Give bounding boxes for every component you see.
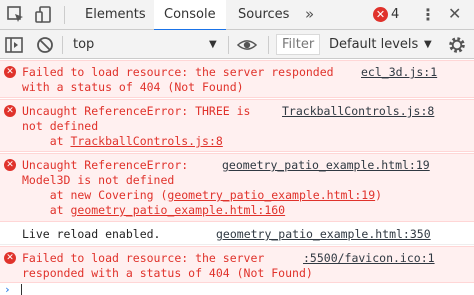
toolbar-divider bbox=[62, 36, 63, 54]
more-options-icon[interactable]: ⋮ bbox=[420, 0, 436, 29]
console-error-message: ✕ Uncaught ReferenceError: Model3D is no… bbox=[0, 153, 474, 222]
message-text: not defined bbox=[22, 119, 99, 133]
stack-link[interactable]: geometry_patio_example.html:19 bbox=[167, 188, 375, 202]
stack-link[interactable]: TrackballControls.js:8 bbox=[70, 134, 222, 148]
chevron-down-icon[interactable]: ▼ bbox=[424, 30, 432, 59]
message-text: Live reload enabled. bbox=[22, 227, 161, 241]
context-selector[interactable]: top bbox=[73, 30, 94, 59]
source-link[interactable]: geometry_patio_example.html:350 bbox=[216, 227, 431, 242]
error-icon: ✕ bbox=[4, 159, 16, 171]
error-icon: ✕ bbox=[4, 252, 16, 264]
message-text: Uncaught ReferenceError: bbox=[22, 158, 189, 172]
message-text: Uncaught ReferenceError: THREE is bbox=[22, 104, 251, 118]
more-tabs-button[interactable]: » bbox=[305, 0, 314, 30]
console-log-message: Live reload enabled. geometry_patio_exam… bbox=[0, 223, 474, 245]
filter-input[interactable]: Filter bbox=[276, 34, 320, 55]
stack-link[interactable]: geometry_patio_example.html:160 bbox=[70, 203, 285, 217]
console-prompt-icon: › bbox=[4, 283, 11, 295]
message-text: responded with a status of 404 (Not Foun… bbox=[22, 266, 313, 280]
toolbar-divider bbox=[64, 6, 65, 24]
stack-suffix: ) bbox=[375, 188, 383, 202]
close-icon[interactable]: ✕ bbox=[448, 0, 461, 28]
devtools-tabbar: Elements Console Sources » ✕ 4 ⋮ ✕ bbox=[0, 0, 474, 31]
source-link[interactable]: geometry_patio_example.html:19 bbox=[222, 158, 430, 173]
stack-prefix: at new Covering ( bbox=[22, 188, 168, 202]
toolbar-divider bbox=[228, 36, 229, 54]
console-toolbar: top ▼ Filter Default levels ▼ bbox=[0, 30, 474, 59]
tab-sources[interactable]: Sources bbox=[228, 0, 299, 30]
tab-elements[interactable]: Elements bbox=[75, 0, 156, 30]
error-count[interactable]: 4 bbox=[391, 0, 399, 29]
source-link[interactable]: :5500/favicon.ico:1 bbox=[303, 251, 435, 266]
stack-frame: at geometry_patio_example.html:160 bbox=[22, 203, 285, 218]
error-icon: ✕ bbox=[4, 66, 16, 78]
console-input[interactable] bbox=[21, 284, 22, 295]
source-link[interactable]: ecl_3d.js:1 bbox=[361, 65, 437, 80]
eye-icon[interactable] bbox=[237, 35, 257, 55]
log-levels-dropdown[interactable]: Default levels bbox=[329, 30, 418, 59]
message-text: with a status of 404 (Not Found) bbox=[22, 80, 244, 94]
message-text: Failed to load resource: the server bbox=[22, 251, 265, 265]
sidebar-toggle-icon[interactable] bbox=[4, 35, 24, 55]
stack-prefix: at bbox=[22, 203, 71, 217]
stack-frame: at new Covering (geometry_patio_example.… bbox=[22, 188, 382, 203]
tab-console[interactable]: Console bbox=[154, 0, 226, 31]
source-link[interactable]: TrackballControls.js:8 bbox=[282, 104, 434, 119]
message-text: Model3D is not defined bbox=[22, 173, 175, 187]
message-text: Failed to load resource: the server resp… bbox=[22, 65, 334, 79]
chevron-down-icon[interactable]: ▼ bbox=[209, 30, 217, 59]
clear-console-icon[interactable] bbox=[35, 35, 55, 55]
error-icon: ✕ bbox=[4, 105, 16, 117]
toolbar-divider bbox=[268, 36, 269, 54]
device-toolbar-icon[interactable] bbox=[34, 5, 54, 25]
console-error-message: ✕ Failed to load resource: the server re… bbox=[0, 246, 474, 283]
error-x-icon[interactable]: ✕ bbox=[373, 7, 388, 22]
gear-icon[interactable] bbox=[447, 35, 467, 55]
console-error-message: ✕ Uncaught ReferenceError: THREE is not … bbox=[0, 99, 474, 152]
console-error-message: ✕ Failed to load resource: the server re… bbox=[0, 60, 474, 98]
stack-prefix: at bbox=[22, 134, 71, 148]
inspect-element-icon[interactable] bbox=[6, 5, 26, 25]
stack-frame: at TrackballControls.js:8 bbox=[22, 134, 223, 149]
